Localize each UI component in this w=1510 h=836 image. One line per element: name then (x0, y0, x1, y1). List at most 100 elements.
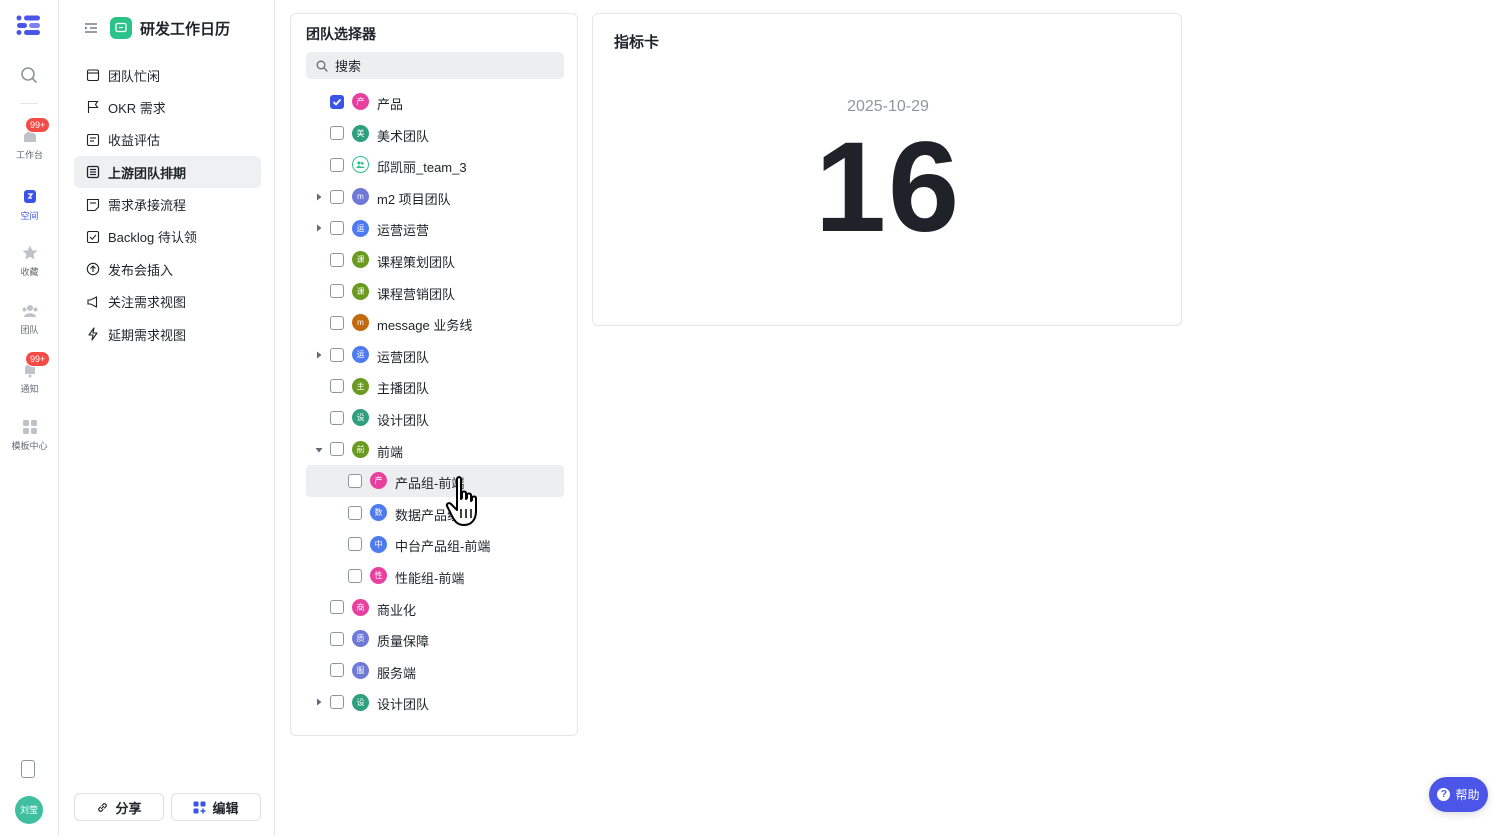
team-avatar: 中 (370, 535, 387, 553)
nav-item-label: 上游团队排期 (108, 165, 187, 181)
nav-item-team-availability[interactable]: 团队忙闲 (74, 59, 261, 91)
rail-item-team[interactable]: 团队 (0, 302, 59, 336)
team-checkbox[interactable] (330, 631, 344, 646)
team-checkbox[interactable] (348, 505, 362, 520)
team-checkbox[interactable] (330, 442, 344, 457)
team-label: 设计团队 (377, 697, 430, 713)
nav-item-backlog[interactable]: Backlog 待认领 (74, 221, 261, 253)
nav-item-okr[interactable]: OKR 需求 (74, 91, 261, 123)
rail-item-space[interactable]: 空间 (0, 188, 59, 222)
nav-item-label: 团队忙闲 (108, 68, 161, 84)
team-checkbox[interactable] (330, 379, 344, 394)
mobile-icon[interactable] (21, 760, 35, 778)
team-row[interactable]: 设设计团队 (291, 686, 579, 718)
team-checkbox[interactable] (330, 126, 344, 141)
team-checkbox[interactable] (348, 537, 362, 552)
team-row[interactable]: 主主播团队 (291, 370, 579, 402)
search-input[interactable]: 搜索 (306, 52, 564, 79)
team-checkbox[interactable] (330, 695, 344, 710)
team-row[interactable]: 服服务端 (291, 655, 579, 687)
team-label: 性能组-前端 (395, 570, 465, 586)
rail-item-workbench[interactable]: 工作台 99+ (0, 117, 59, 161)
team-row[interactable]: 性性能组-前端 (291, 560, 579, 592)
space-icon (23, 190, 36, 203)
team-row[interactable]: 质质量保障 (291, 623, 579, 655)
nav-item-label: 收益评估 (108, 133, 161, 149)
team-checkbox[interactable] (348, 473, 362, 488)
team-row[interactable]: 前前端 (291, 434, 579, 466)
view-list: 团队忙闲 OKR 需求 收益评估 上游团队排期 需求承接流程 Backlog 待… (74, 59, 261, 351)
team-row[interactable]: 中中台产品组-前端 (291, 528, 579, 560)
metric-card[interactable]: 指标卡 2025-10-29 16 (592, 13, 1182, 326)
team-row[interactable]: m m2 项目团队 (291, 181, 579, 213)
edit-button[interactable]: 编辑 (171, 793, 261, 821)
rail-item-favorites[interactable]: 收藏 (0, 244, 59, 278)
team-checkbox[interactable] (330, 221, 344, 236)
team-checkbox[interactable] (330, 347, 344, 362)
caret-down-icon[interactable] (315, 446, 323, 454)
caret-right-icon[interactable] (315, 351, 323, 359)
team-row[interactable]: 美美术团队 (291, 118, 579, 150)
caret-right-icon[interactable] (315, 698, 323, 706)
avatar[interactable]: 刘莹 (15, 796, 43, 824)
team-row[interactable]: 产产品 (291, 86, 579, 118)
nav-item-upstream-schedule[interactable]: 上游团队排期 (74, 156, 261, 189)
team-checkbox[interactable] (330, 252, 344, 267)
nav-item-delayed-view[interactable]: 延期需求视图 (74, 318, 261, 350)
team-tree: 产产品美美术团队 邱凯丽_team_3 m m2 项目团队运运营运营课课程策划团队课课… (291, 86, 579, 718)
caret-right-icon[interactable] (315, 224, 323, 232)
rail-item-templates[interactable]: 模板中心 (0, 418, 59, 452)
team-row[interactable]: 产产品组-前端 (306, 465, 564, 497)
edit-grid-icon (193, 801, 206, 813)
nav-item-label: 延期需求视图 (108, 327, 187, 343)
team-checkbox[interactable] (330, 315, 344, 330)
rail-item-label: 收藏 (20, 267, 39, 277)
caret-right-icon[interactable] (315, 193, 323, 201)
collapse-sidebar-icon[interactable] (84, 21, 98, 35)
metric-date: 2025-10-29 (847, 98, 929, 115)
team-label: 中台产品组-前端 (395, 539, 491, 555)
space-title: 研发工作日历 (140, 20, 231, 38)
team-avatar: 产 (352, 93, 369, 111)
team-row[interactable]: 课课程营销团队 (291, 276, 579, 308)
nav-item-revenue-eval[interactable]: 收益评估 (74, 124, 261, 156)
rail-item-label: 工作台 (15, 150, 43, 160)
team-avatar: 数 (370, 504, 387, 522)
notification-badge: 99+ (25, 351, 51, 367)
team-label: 质量保障 (377, 634, 430, 650)
team-row[interactable]: 数数据产品组 (291, 497, 579, 529)
team-row[interactable]: 邱凯丽_team_3 (291, 149, 579, 181)
nav-item-intake-flow[interactable]: 需求承接流程 (74, 189, 261, 221)
rail-item-label: 团队 (20, 325, 39, 335)
team-label: message 业务线 (377, 318, 473, 334)
team-row[interactable]: 设设计团队 (291, 402, 579, 434)
team-row[interactable]: 运运营运营 (291, 212, 579, 244)
team-checkbox[interactable] (330, 94, 344, 109)
nav-item-launch-insert[interactable]: 发布会插入 (74, 253, 261, 285)
team-checkbox[interactable] (330, 157, 344, 172)
team-row[interactable]: m message 业务线 (291, 307, 579, 339)
team-avatar: 课 (352, 282, 369, 300)
team-checkbox[interactable] (330, 663, 344, 678)
edit-button-label: 编辑 (212, 800, 239, 816)
team-checkbox[interactable] (348, 568, 362, 583)
team-row[interactable]: 运运营团队 (291, 339, 579, 371)
team-row[interactable]: 商商业化 (291, 592, 579, 624)
rail-item-notifications[interactable]: 通知 99+ (0, 351, 59, 395)
team-avatar: 设 (352, 693, 369, 711)
nav-item-watched-view[interactable]: 关注需求视图 (74, 286, 261, 318)
team-checkbox[interactable] (330, 600, 344, 615)
search-icon[interactable] (20, 66, 38, 84)
team-row[interactable]: 课课程策划团队 (291, 244, 579, 276)
team-avatar: 性 (370, 567, 387, 585)
share-button[interactable]: 分享 (74, 793, 164, 821)
sidebar-footer: 分享 编辑 (74, 793, 261, 821)
team-checkbox[interactable] (330, 410, 344, 425)
team-avatar: 运 (352, 346, 369, 364)
team-avatar: m (352, 314, 369, 332)
app-logo-icon[interactable] (16, 14, 42, 36)
help-button[interactable]: ? 帮助 (1429, 777, 1488, 812)
team-checkbox[interactable] (330, 189, 344, 204)
team-checkbox[interactable] (330, 284, 344, 299)
grid-icon (22, 420, 37, 434)
